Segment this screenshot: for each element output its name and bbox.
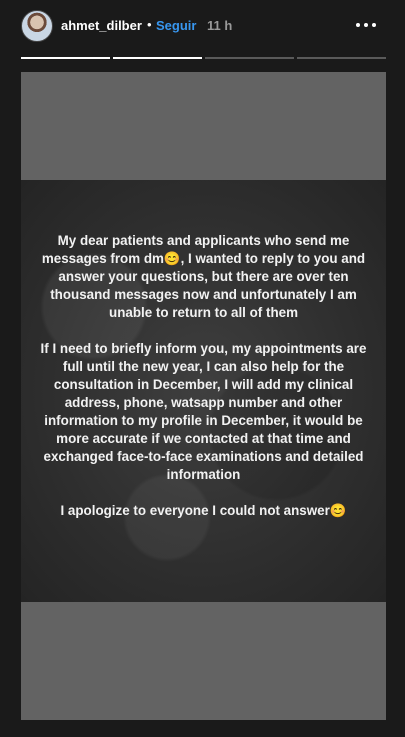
story-text: My dear patients and applicants who send… (21, 232, 386, 538)
post-time: 11 h (207, 18, 233, 33)
more-dot (372, 23, 376, 27)
story-paragraph: I apologize to everyone I could not answ… (60, 503, 347, 518)
more-options-icon[interactable] (354, 13, 378, 37)
progress-segment (113, 57, 202, 59)
story-header: ahmet_dilber • Seguir 11 h (0, 0, 405, 52)
story-content[interactable]: My dear patients and applicants who send… (21, 72, 386, 720)
avatar[interactable] (21, 10, 53, 42)
story-progress-bar (21, 57, 386, 59)
follow-button[interactable]: Seguir (156, 18, 196, 33)
username-link[interactable]: ahmet_dilber (61, 18, 142, 33)
more-dot (364, 23, 368, 27)
more-dot (356, 23, 360, 27)
progress-segment (205, 57, 294, 59)
progress-fill (113, 57, 202, 59)
progress-segment (297, 57, 386, 59)
story-paragraph: If I need to briefly inform you, my appo… (40, 341, 367, 482)
story-text-card: My dear patients and applicants who send… (21, 180, 386, 602)
progress-segment (21, 57, 110, 59)
story-paragraph: My dear patients and applicants who send… (41, 233, 366, 320)
separator-dot: • (147, 17, 152, 32)
progress-fill (21, 57, 110, 59)
